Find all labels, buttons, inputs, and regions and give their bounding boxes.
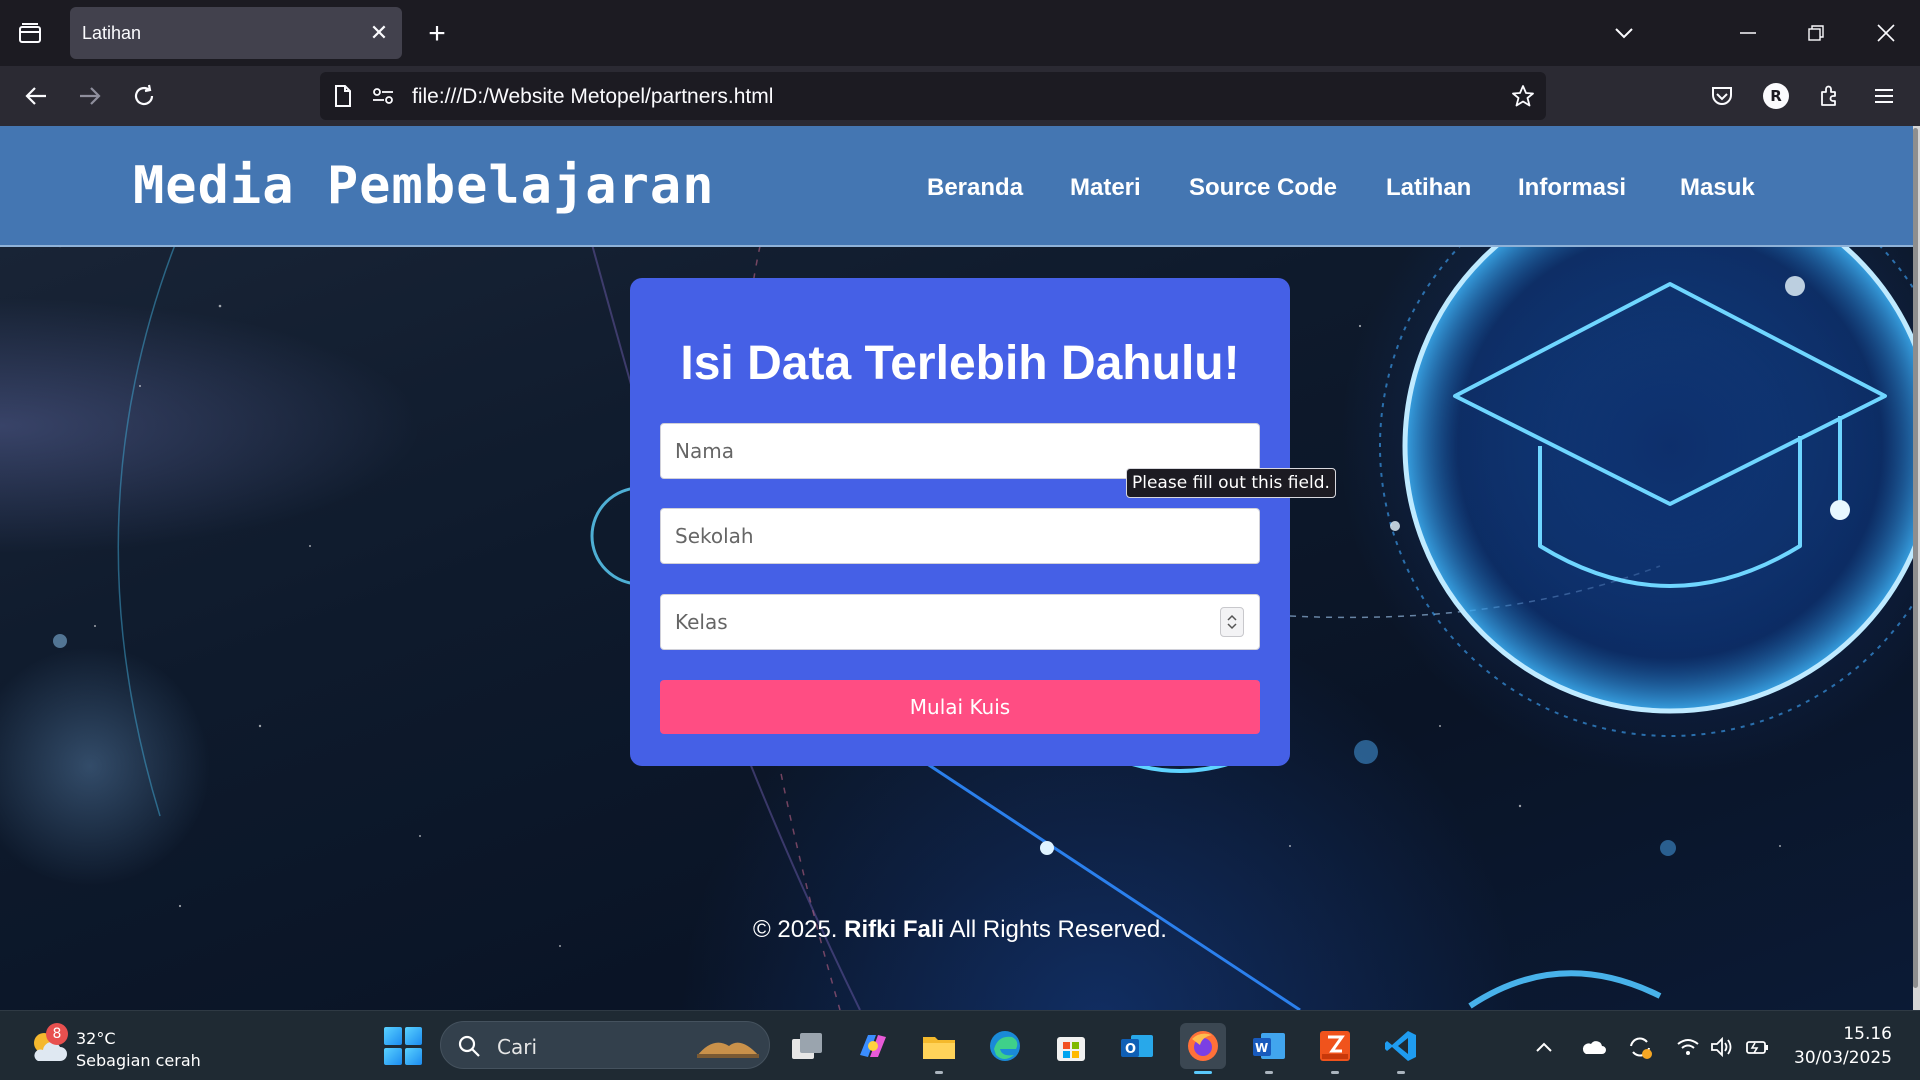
nav-link-masuk[interactable]: Masuk <box>1680 174 1755 202</box>
site-logo[interactable]: Media Pembelajaran <box>133 156 715 216</box>
wifi-icon[interactable] <box>1674 1033 1702 1061</box>
class-field-wrapper <box>660 594 1260 650</box>
reload-icon[interactable] <box>126 78 162 114</box>
browser-tab[interactable]: Latihan ✕ <box>70 7 402 59</box>
taskbar: 8 32°C Sebagian cerah Cari O W 15.16 30/… <box>0 1010 1920 1080</box>
nav-link-materi[interactable]: Materi <box>1070 174 1141 202</box>
battery-icon[interactable] <box>1744 1033 1772 1061</box>
minimize-icon[interactable] <box>1728 14 1768 52</box>
form-title: Isi Data Terlebih Dahulu! <box>680 337 1240 390</box>
edge-icon[interactable] <box>982 1023 1028 1069</box>
pocket-icon[interactable] <box>1704 78 1740 114</box>
word-icon[interactable]: W <box>1246 1023 1292 1074</box>
browser-toolbar: file:///D:/Website Metopel/partners.html… <box>0 66 1920 126</box>
url-text[interactable]: file:///D:/Website Metopel/partners.html <box>412 85 773 109</box>
nav-link-beranda[interactable]: Beranda <box>927 174 1023 202</box>
firefox-icon[interactable] <box>1180 1023 1226 1074</box>
nav-link-source-code[interactable]: Source Code <box>1189 174 1337 202</box>
page-scrollbar[interactable] <box>1913 126 1920 1010</box>
task-view-icon[interactable] <box>784 1023 830 1069</box>
svg-text:O: O <box>1125 1042 1136 1057</box>
menu-icon[interactable] <box>1866 78 1902 114</box>
validation-tooltip: Please fill out this field. <box>1126 468 1336 498</box>
footer-copyright: © 2025. <box>753 916 838 943</box>
school-input[interactable] <box>660 508 1260 564</box>
permissions-icon[interactable] <box>370 84 396 108</box>
class-input[interactable] <box>660 594 1260 650</box>
profile-initial: R <box>1763 83 1789 109</box>
vscode-icon[interactable] <box>1378 1023 1424 1074</box>
student-data-form: Isi Data Terlebih Dahulu! Mulai Kuis <box>630 278 1290 766</box>
close-icon[interactable] <box>1866 14 1906 52</box>
site-footer: © 2025. Rifki Fali All Rights Reserved. <box>0 916 1920 944</box>
clock-time: 15.16 <box>1843 1024 1892 1044</box>
onedrive-icon[interactable] <box>1580 1033 1608 1061</box>
number-stepper-icon[interactable] <box>1220 607 1244 637</box>
weather-widget[interactable]: 8 32°C Sebagian cerah <box>28 1023 218 1071</box>
page-icon <box>330 84 356 108</box>
bookmark-star-icon[interactable] <box>1510 84 1536 108</box>
weather-description: Sebagian cerah <box>76 1051 201 1070</box>
file-explorer-icon[interactable] <box>916 1023 962 1074</box>
pdf-reader-icon[interactable] <box>1312 1023 1358 1074</box>
profile-avatar[interactable]: R <box>1758 78 1794 114</box>
start-quiz-button[interactable]: Mulai Kuis <box>660 680 1260 734</box>
tab-title: Latihan <box>82 22 142 43</box>
footer-author: Rifki Fali <box>844 916 945 943</box>
restore-icon[interactable] <box>1796 14 1836 52</box>
extensions-icon[interactable] <box>1812 78 1848 114</box>
page-viewport: Media Pembelajaran Beranda Materi Source… <box>0 126 1920 1010</box>
svg-text:W: W <box>1255 1041 1268 1055</box>
nav-link-latihan[interactable]: Latihan <box>1386 174 1471 202</box>
weather-temperature: 32°C <box>76 1029 116 1048</box>
footer-rights: All Rights Reserved. <box>949 916 1167 943</box>
windows-start-icon[interactable] <box>384 1027 422 1065</box>
copilot-icon[interactable] <box>850 1023 896 1069</box>
tab-list-icon[interactable] <box>12 17 48 49</box>
weather-badge: 8 <box>46 1023 68 1045</box>
forward-arrow-icon[interactable] <box>72 78 108 114</box>
taskbar-search[interactable]: Cari <box>440 1021 770 1069</box>
sync-icon[interactable] <box>1626 1033 1654 1061</box>
scrollbar-thumb[interactable] <box>1913 128 1918 988</box>
search-icon <box>457 1034 481 1063</box>
search-highlight-icon <box>693 1032 763 1065</box>
chevron-up-icon[interactable] <box>1530 1033 1558 1061</box>
microsoft-store-icon[interactable] <box>1048 1023 1094 1069</box>
url-bar[interactable]: file:///D:/Website Metopel/partners.html <box>320 72 1546 120</box>
tab-close-icon[interactable]: ✕ <box>366 20 392 46</box>
new-tab-button[interactable]: + <box>420 17 454 51</box>
chevron-down-icon[interactable] <box>1604 14 1644 52</box>
clock-date: 30/03/2025 <box>1794 1048 1892 1068</box>
site-header: Media Pembelajaran Beranda Materi Source… <box>0 126 1916 247</box>
system-clock[interactable]: 15.16 30/03/2025 <box>1780 1022 1892 1070</box>
back-arrow-icon[interactable] <box>18 78 54 114</box>
nav-link-informasi[interactable]: Informasi <box>1518 174 1626 202</box>
outlook-icon[interactable]: O <box>1114 1023 1160 1069</box>
browser-tab-bar: Latihan ✕ + <box>0 0 1920 66</box>
volume-icon[interactable] <box>1708 1033 1736 1061</box>
search-placeholder: Cari <box>497 1035 537 1059</box>
